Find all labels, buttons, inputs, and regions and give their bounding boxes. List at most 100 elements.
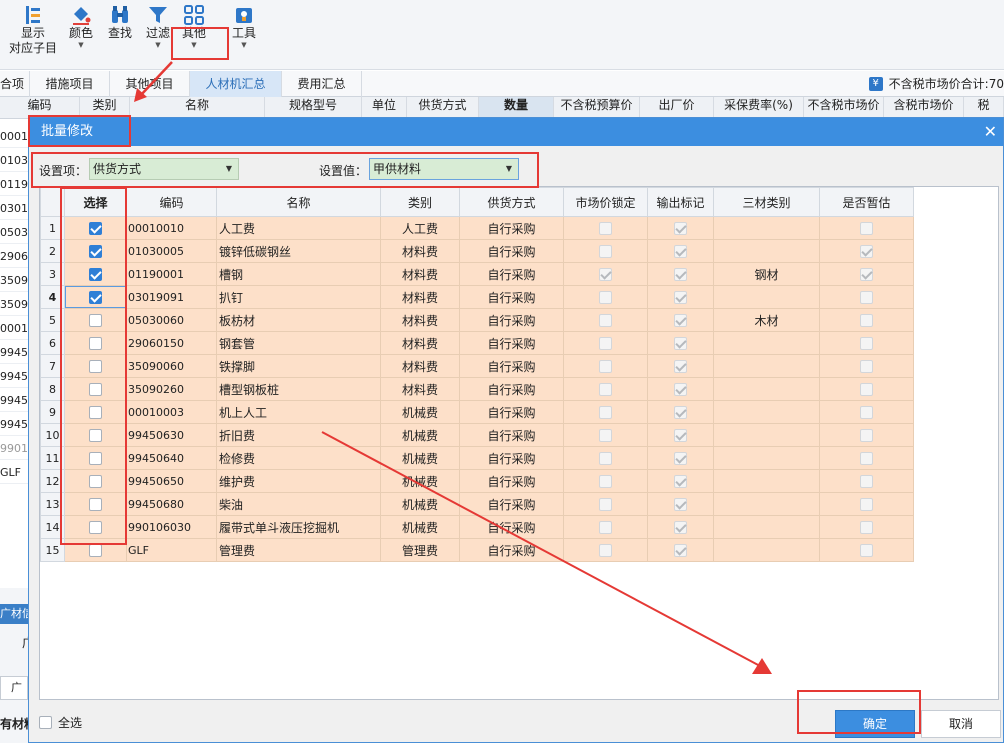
table-row[interactable]: 6 29060150 钢套管 材料费 自行采购 [40,331,914,355]
select-checkbox[interactable] [64,423,127,447]
cancel-button[interactable]: 取消 [921,710,1001,738]
col-header-code[interactable]: 编码 [126,187,217,217]
tab-labor-material-machine[interactable]: 人材机汇总 [190,71,282,97]
select-checkbox[interactable] [64,216,127,240]
select-checkbox[interactable] [64,354,127,378]
checkbox-icon [674,475,687,488]
checkbox-icon [674,521,687,534]
checkbox-icon [674,314,687,327]
close-icon[interactable]: ✕ [984,118,997,146]
row-number: 14 [40,515,65,539]
checkbox-icon [674,429,687,442]
batch-modify-dialog: 批量修改 ✕ 设置项： 供货方式 ▼ 设置值： 甲供材料 ▼ 选择 编码 名称 … [28,117,1004,743]
tab-fee-summary[interactable]: 费用汇总 [282,71,362,97]
provisional-checkbox [819,515,914,539]
price-lock-checkbox [563,446,648,470]
select-checkbox[interactable] [64,446,127,470]
col-header-category[interactable]: 类别 [380,187,460,217]
select-checkbox[interactable] [64,400,127,424]
table-row[interactable]: 5 05030060 板枋材 材料费 自行采购 木材 [40,308,914,332]
table-row[interactable]: 3 01190001 槽钢 材料费 自行采购 钢材 [40,262,914,286]
color-button[interactable]: 颜色 ▼ [62,2,100,49]
select-checkbox[interactable] [64,331,127,355]
bg-code: 29060 [0,245,28,268]
select-checkbox[interactable] [64,469,127,493]
col-header-name[interactable]: 名称 [216,187,381,217]
row-number: 13 [40,492,65,516]
table-row[interactable]: 7 35090060 铁撑脚 材料费 自行采购 [40,354,914,378]
table-row[interactable]: 9 00010003 机上人工 机械费 自行采购 [40,400,914,424]
col-header-three-material[interactable]: 三材类别 [713,187,820,217]
select-checkbox[interactable] [64,308,127,332]
background-grid-header: 编码 类别 名称 规格型号 单位 供货方式 数量 不含税预算价 出厂价 采保费率… [0,97,1004,119]
find-button[interactable]: 查找 [102,2,138,41]
table-row[interactable]: 8 35090260 槽型钢板桩 材料费 自行采购 [40,377,914,401]
table-row[interactable]: 4 03019091 扒钉 材料费 自行采购 [40,285,914,309]
tab-measures[interactable]: 措施项目 [30,71,110,97]
select-checkbox[interactable] [64,285,127,309]
checkbox-icon [860,498,873,511]
tab-other-items[interactable]: 其他项目 [110,71,190,97]
col-header-supply-method[interactable]: 供货方式 [459,187,564,217]
price-lock-checkbox [563,354,648,378]
select-all-checkbox[interactable]: 全选 [39,716,82,730]
checkbox-icon [599,452,612,465]
checkbox-icon [599,498,612,511]
cell-code: 01030005 [126,239,217,263]
grid-apps-icon [184,5,204,25]
table-row[interactable]: 15 GLF 管理费 管理费 自行采购 [40,538,914,562]
table-row[interactable]: 11 99450640 检修费 机械费 自行采购 [40,446,914,470]
tab-summary[interactable]: 合项 [0,71,30,97]
confirm-button[interactable]: 确定 [835,710,915,738]
price-lock-checkbox [563,216,648,240]
other-button[interactable]: 其他 ▼ [172,2,216,49]
select-checkbox[interactable] [64,538,127,562]
cell-supply-method: 自行采购 [459,469,564,493]
tools-button[interactable]: 工具 ▼ [226,2,262,49]
checkbox-icon [89,406,102,419]
col-header-provisional[interactable]: 是否暂估 [819,187,914,217]
select-checkbox[interactable] [64,262,127,286]
cell-name: 槽钢 [216,262,381,286]
material-info-item[interactable]: 广 [0,630,28,656]
table-row[interactable]: 12 99450650 维护费 机械费 自行采购 [40,469,914,493]
bg-col-tax: 税 [964,97,1004,119]
cell-three-material [713,216,820,240]
price-lock-checkbox [563,515,648,539]
show-sub-items-button[interactable]: 显示 对应子目 [4,2,62,56]
select-checkbox[interactable] [64,239,127,263]
row-number: 4 [40,285,65,309]
select-checkbox[interactable] [64,492,127,516]
col-header-output-flag[interactable]: 输出标记 [647,187,714,217]
filter-button[interactable]: 过滤 ▼ [140,2,176,49]
checkbox-icon [599,544,612,557]
select-checkbox[interactable] [64,515,127,539]
cell-three-material [713,285,820,309]
setting-value-select[interactable]: 甲供材料 ▼ [369,158,519,180]
table-row[interactable]: 2 01030005 镀锌低碳钢丝 材料费 自行采购 [40,239,914,263]
setting-item-select[interactable]: 供货方式 ▼ [89,158,239,180]
table-row[interactable]: 10 99450630 折旧费 机械费 自行采购 [40,423,914,447]
table-row[interactable]: 14 990106030 履带式单斗液压挖掘机 机械费 自行采购 [40,515,914,539]
cell-category: 材料费 [380,354,460,378]
table-row[interactable]: 1 00010010 人工费 人工费 自行采购 [40,216,914,240]
col-header-price-lock[interactable]: 市场价锁定 [563,187,648,217]
provisional-checkbox [819,400,914,424]
checkbox-icon [860,291,873,304]
table-row[interactable]: 13 99450680 柴油 机械费 自行采购 [40,492,914,516]
chevron-down-icon: ▼ [191,41,197,49]
output-flag-checkbox [647,262,714,286]
cell-name: 板枋材 [216,308,381,332]
material-info-input[interactable]: 广 [0,676,28,700]
checkbox-icon [89,360,102,373]
cell-supply-method: 自行采购 [459,285,564,309]
col-header-select[interactable]: 选择 [64,187,127,217]
cell-name: 维护费 [216,469,381,493]
output-flag-checkbox [647,331,714,355]
material-info-bottom: 有材料 [0,717,28,731]
tools-label: 工具 [231,26,256,40]
cell-code: 05030060 [126,308,217,332]
output-flag-checkbox [647,446,714,470]
output-flag-checkbox [647,377,714,401]
select-checkbox[interactable] [64,377,127,401]
